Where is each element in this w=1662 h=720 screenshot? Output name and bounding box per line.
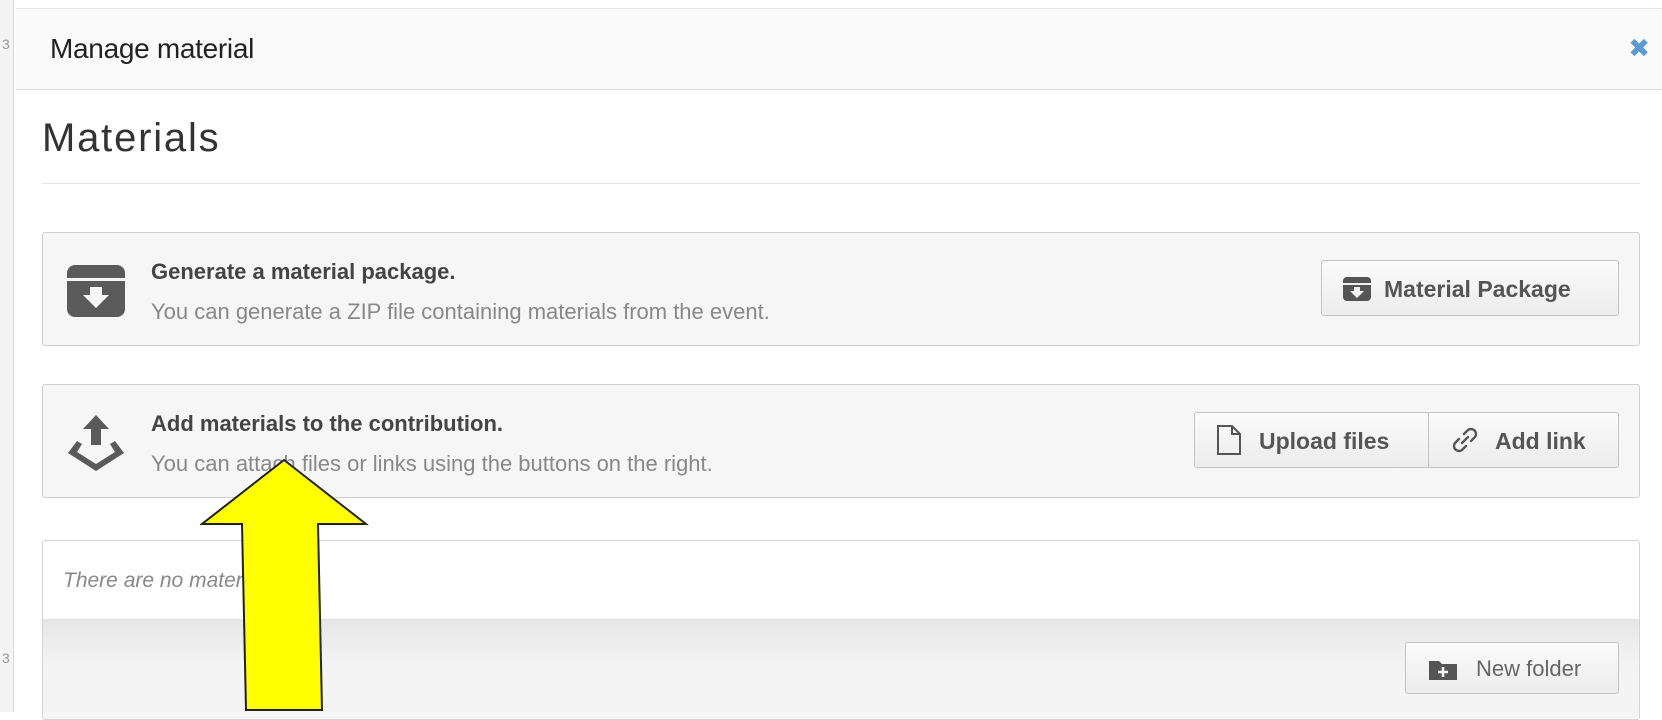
- new-folder-button[interactable]: New folder: [1405, 642, 1619, 694]
- dialog-titlebar: Manage material ✖: [16, 8, 1662, 90]
- new-folder-label: New folder: [1476, 656, 1582, 681]
- section-header: Materials: [42, 106, 1640, 184]
- upload-files-button[interactable]: Upload files: [1194, 412, 1429, 468]
- upload-files-label: Upload files: [1259, 428, 1390, 454]
- close-icon[interactable]: ✖: [1628, 33, 1650, 63]
- material-package-button[interactable]: Material Package: [1321, 260, 1619, 316]
- materials-list-panel: There are no materials yet. New folder: [42, 540, 1640, 720]
- page-title: Materials: [42, 116, 221, 160]
- add-link-label: Add link: [1495, 428, 1586, 454]
- archive-download-icon: [67, 265, 125, 317]
- upload-tray-icon: [68, 415, 124, 471]
- background-edge-mark: 3: [2, 650, 10, 666]
- add-materials-button-group: Upload files Add link: [1194, 412, 1619, 468]
- add-materials-description: You can attach files or links using the …: [151, 451, 713, 476]
- link-icon: [1452, 427, 1478, 453]
- material-package-panel: Generate a material package. You can gen…: [42, 232, 1640, 346]
- materials-list-footer: New folder: [43, 619, 1639, 719]
- manage-material-dialog: Manage material ✖ Materials Generate a m…: [16, 8, 1662, 720]
- dialog-title: Manage material: [50, 33, 255, 64]
- file-icon: [1217, 425, 1241, 455]
- package-description: You can generate a ZIP file containing m…: [151, 299, 770, 324]
- material-package-label: Material Package: [1384, 276, 1571, 302]
- archive-download-icon: [1343, 277, 1371, 301]
- background-edge-mark: 3: [2, 36, 10, 52]
- package-heading: Generate a material package.: [151, 259, 456, 284]
- empty-materials-message: There are no materials yet.: [63, 569, 314, 592]
- add-materials-panel: Add materials to the contribution. You c…: [42, 384, 1640, 498]
- add-link-button[interactable]: Add link: [1428, 412, 1619, 468]
- folder-plus-icon: [1429, 661, 1457, 680]
- background-window-edge: 3 3: [0, 0, 14, 712]
- add-materials-heading: Add materials to the contribution.: [151, 411, 504, 436]
